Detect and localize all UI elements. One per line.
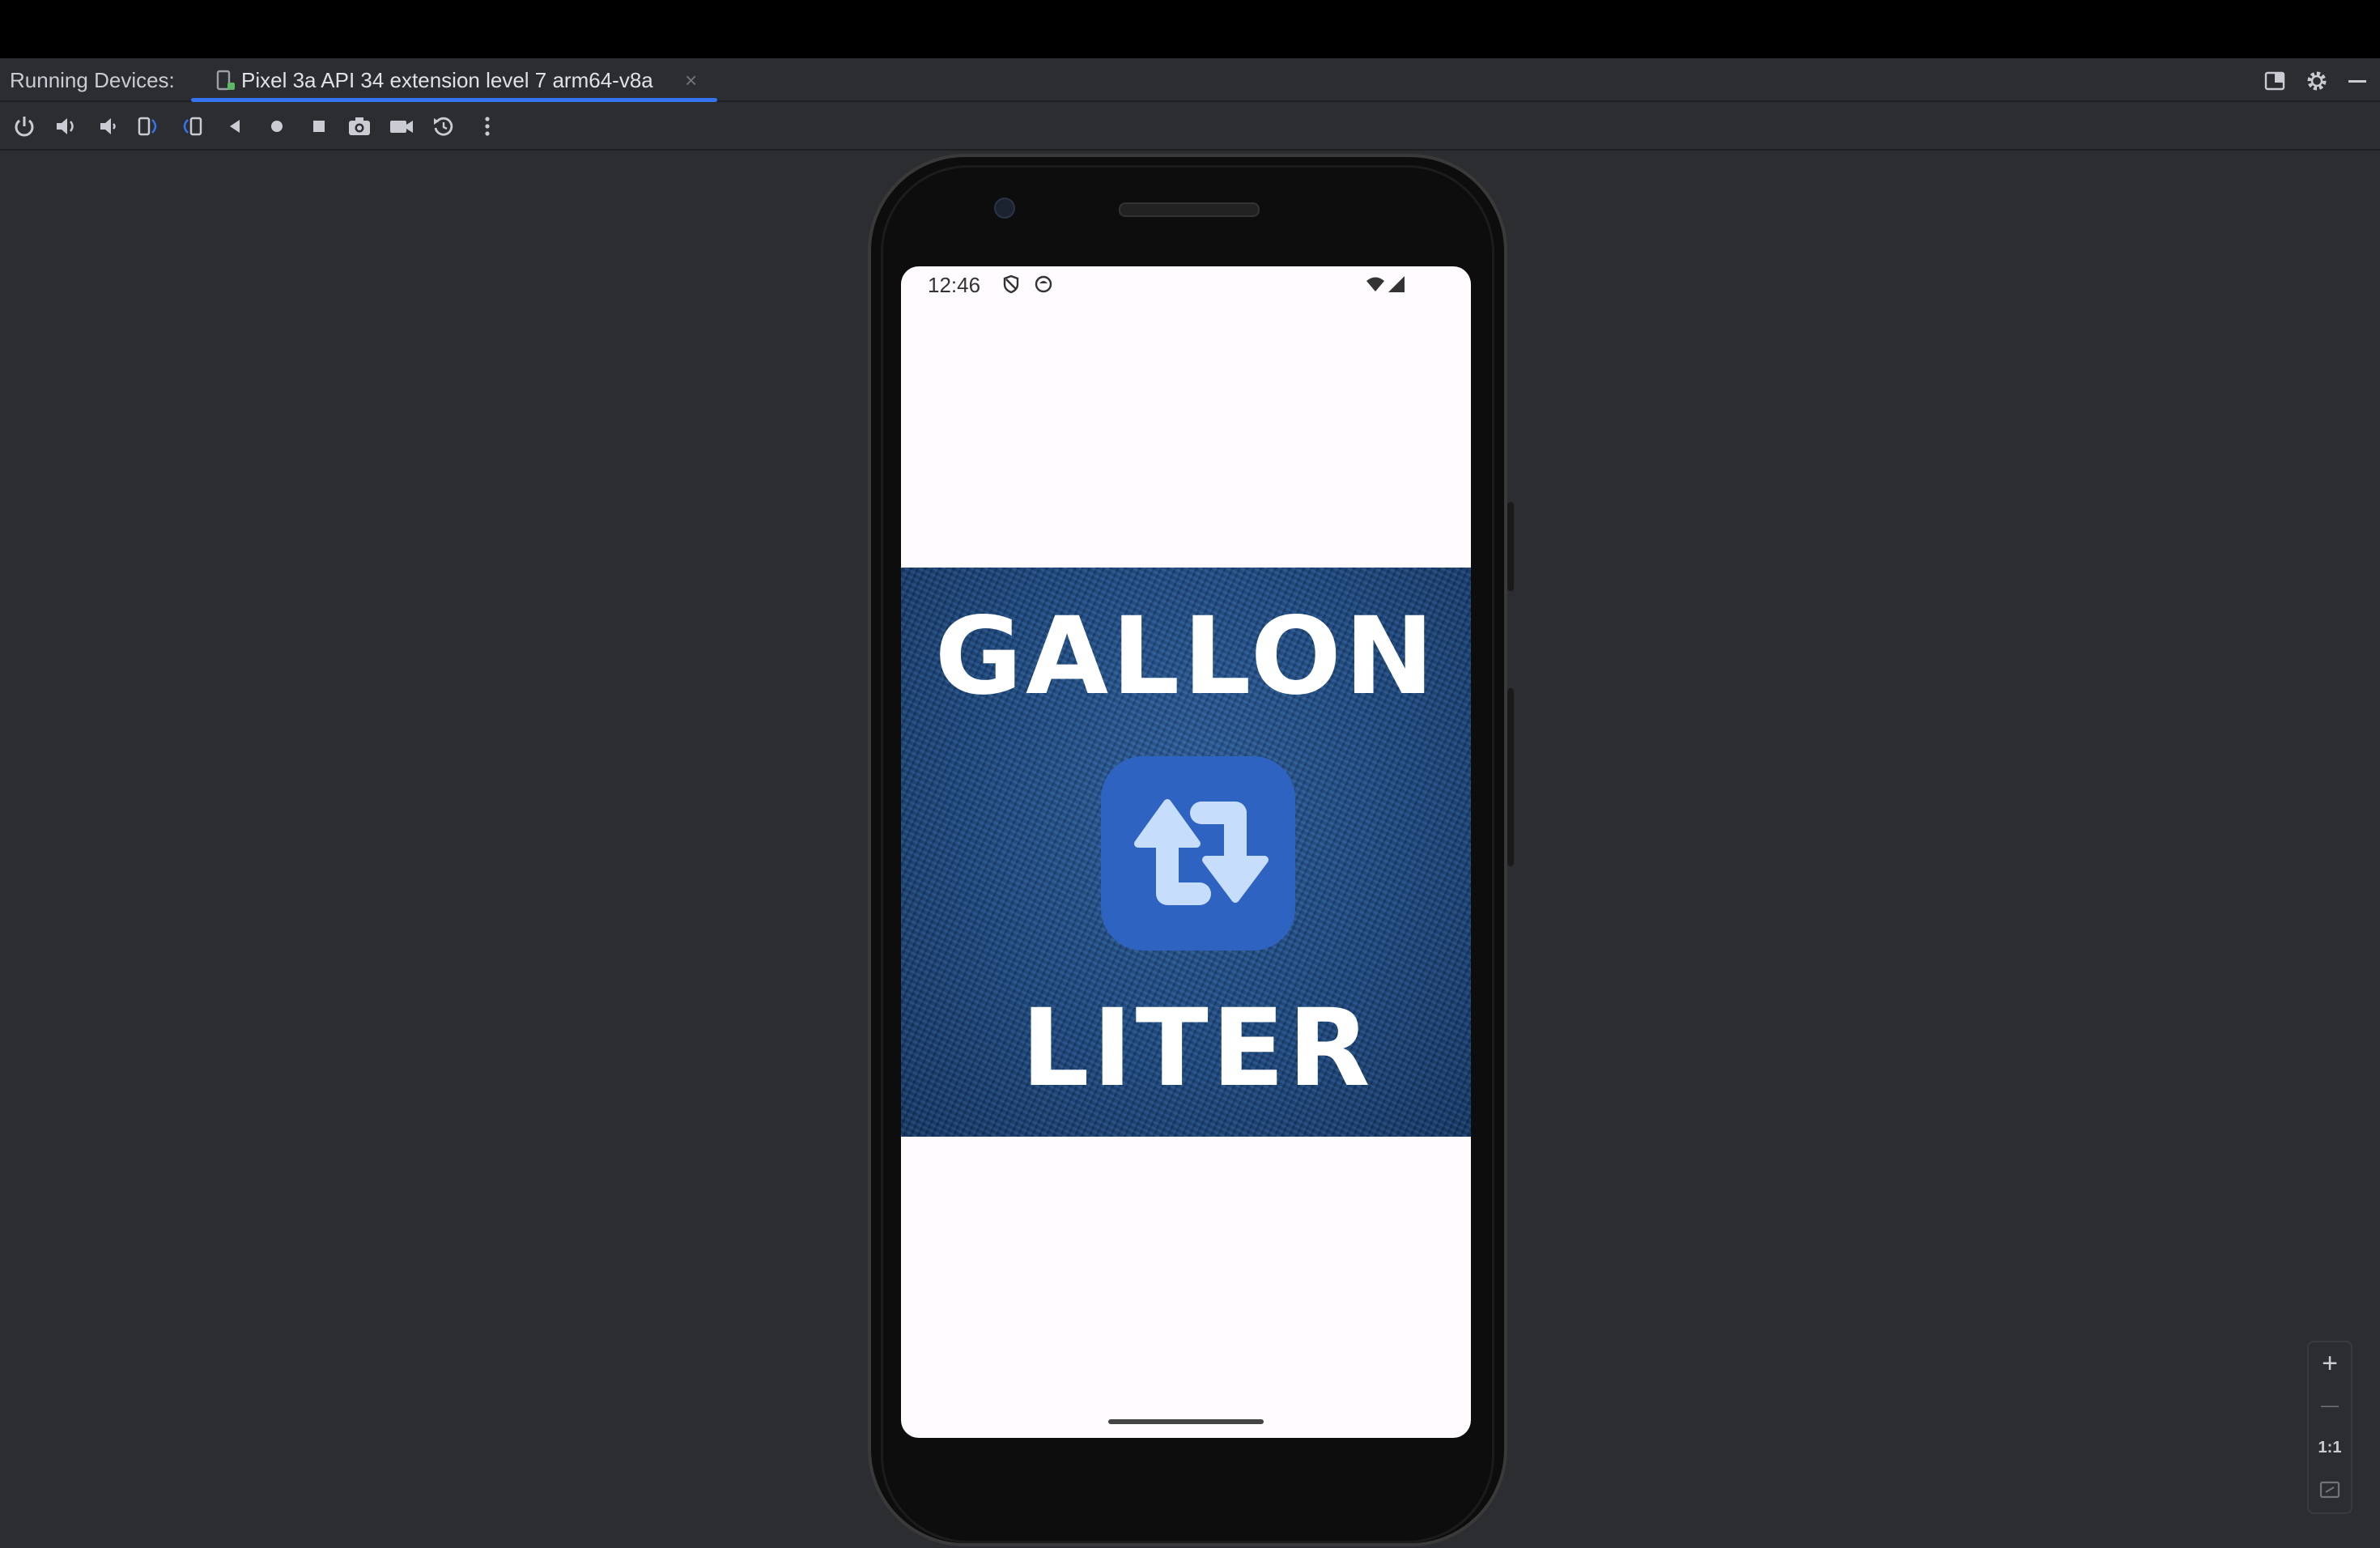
power-side-button[interactable] bbox=[1507, 502, 1514, 591]
video-icon[interactable] bbox=[389, 113, 414, 139]
rotate-left-icon[interactable] bbox=[136, 113, 162, 139]
rotate-right-icon[interactable] bbox=[178, 113, 204, 139]
actual-size-button[interactable]: 1:1 bbox=[2309, 1427, 2351, 1469]
earpiece-speaker bbox=[1119, 202, 1260, 217]
notification-icon bbox=[1034, 274, 1053, 294]
zoom-in-button[interactable]: + bbox=[2309, 1342, 2351, 1384]
gesture-navigation-bar[interactable] bbox=[1108, 1419, 1264, 1424]
zoom-out-button[interactable]: — bbox=[2309, 1384, 2351, 1427]
fit-screen-icon[interactable] bbox=[2309, 1469, 2351, 1511]
status-time: 12:46 bbox=[928, 273, 981, 297]
reset-icon[interactable] bbox=[431, 113, 457, 139]
power-icon[interactable] bbox=[11, 113, 37, 139]
volume-side-button[interactable] bbox=[1507, 688, 1514, 866]
back-icon[interactable] bbox=[222, 113, 248, 139]
close-icon[interactable]: × bbox=[685, 68, 697, 93]
gear-icon[interactable] bbox=[2306, 70, 2328, 92]
running-devices-tabbar: Running Devices: Pixel 3a API 34 extensi… bbox=[0, 58, 2380, 102]
camera-icon[interactable] bbox=[346, 113, 372, 139]
device-screen[interactable]: 12:46 GALLON LITER bbox=[901, 266, 1471, 1438]
device-tab-label: Pixel 3a API 34 extension level 7 arm64-… bbox=[241, 68, 653, 92]
home-icon[interactable] bbox=[264, 113, 290, 139]
banner-title-liter: LITER bbox=[1021, 986, 1374, 1111]
overview-icon[interactable] bbox=[306, 113, 332, 139]
banner-title-gallon: GALLON bbox=[934, 594, 1438, 719]
window-title-bar bbox=[0, 0, 2380, 58]
app-banner-image: GALLON LITER bbox=[901, 568, 1471, 1137]
wifi-icon bbox=[1366, 274, 1385, 294]
device-toolbar bbox=[0, 102, 2380, 151]
more-icon[interactable] bbox=[474, 113, 500, 139]
device-tab[interactable]: Pixel 3a API 34 extension level 7 arm64-… bbox=[191, 58, 717, 102]
minimize-icon[interactable] bbox=[2346, 70, 2369, 92]
device-icon bbox=[215, 70, 236, 92]
volume-up-icon[interactable] bbox=[53, 113, 79, 139]
zoom-controls: + — 1:1 bbox=[2307, 1341, 2352, 1514]
front-camera bbox=[994, 198, 1015, 219]
shield-icon bbox=[1001, 274, 1021, 294]
convert-arrows-icon[interactable] bbox=[1101, 756, 1295, 950]
signal-icon bbox=[1387, 274, 1406, 294]
volume-down-icon[interactable] bbox=[96, 113, 121, 139]
running-devices-label: Running Devices: bbox=[10, 68, 175, 92]
layout-icon[interactable] bbox=[2263, 70, 2286, 92]
